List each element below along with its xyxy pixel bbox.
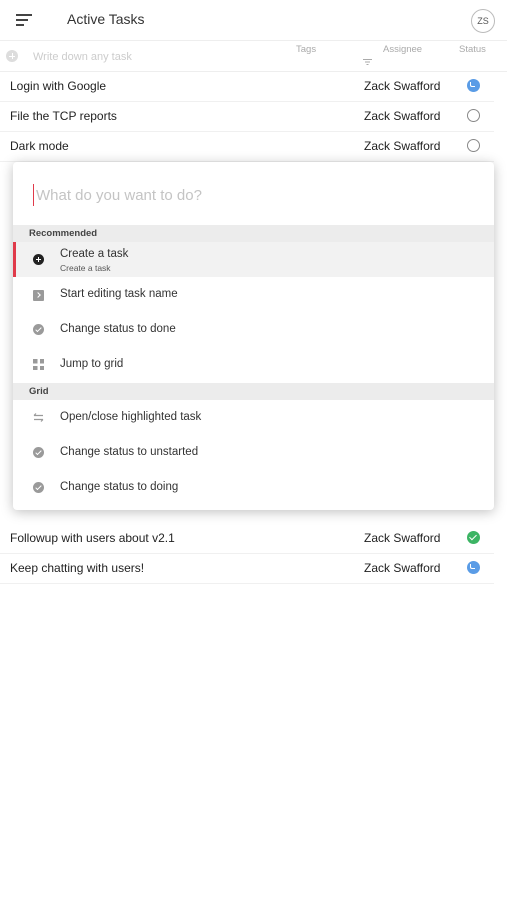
table-row[interactable]: Login with Google Zack Swafford <box>0 71 494 102</box>
status-done-icon[interactable] <box>467 531 480 544</box>
table-row[interactable]: Dark mode Zack Swafford <box>0 131 494 162</box>
command-start-editing[interactable]: Start editing task name <box>13 277 494 312</box>
column-header-assignee[interactable]: Assignee <box>383 44 422 55</box>
command-status-done[interactable]: Change status to done <box>13 312 494 347</box>
task-name[interactable]: Followup with users about v2.1 <box>10 531 175 545</box>
swap-arrows-icon <box>33 413 44 422</box>
status-doing-icon[interactable] <box>467 561 480 574</box>
grid-icon <box>33 359 44 370</box>
check-circle-icon <box>33 324 44 335</box>
command-label: Change status to doing <box>60 481 179 493</box>
check-circle-icon <box>33 482 44 493</box>
command-jump-grid[interactable]: Jump to grid <box>13 347 494 382</box>
new-task-input[interactable] <box>31 48 275 66</box>
check-circle-icon <box>33 447 44 458</box>
task-assignee[interactable]: Zack Swafford <box>364 561 440 575</box>
task-assignee[interactable]: Zack Swafford <box>364 139 440 153</box>
command-label: Create a task <box>60 248 129 260</box>
section-header-recommended: Recommended <box>13 225 494 242</box>
table-row[interactable]: Keep chatting with users! Zack Swafford <box>0 553 494 584</box>
section-title: Grid <box>29 386 49 397</box>
column-header-status[interactable]: Status <box>459 44 486 55</box>
section-header-grid: Grid <box>13 383 494 400</box>
filter-icon[interactable] <box>363 59 372 65</box>
task-assignee[interactable]: Zack Swafford <box>364 531 440 545</box>
status-doing-icon[interactable] <box>467 79 480 92</box>
command-label: Change status to unstarted <box>60 446 199 458</box>
plus-circle-icon <box>33 254 44 265</box>
task-name[interactable]: Dark mode <box>10 139 69 153</box>
page-title: Active Tasks <box>67 11 145 27</box>
task-assignee[interactable]: Zack Swafford <box>364 109 440 123</box>
command-palette: Recommended Create a task Create a task … <box>13 162 494 510</box>
status-unstarted-icon[interactable] <box>467 109 480 122</box>
task-name[interactable]: Keep chatting with users! <box>10 561 144 575</box>
command-status-doing[interactable]: Change status to doing <box>13 470 494 505</box>
command-label: Jump to grid <box>60 358 124 370</box>
avatar[interactable]: ZS <box>471 9 495 33</box>
task-assignee[interactable]: Zack Swafford <box>364 79 440 93</box>
command-create-task[interactable]: Create a task Create a task <box>13 242 494 277</box>
menu-icon[interactable] <box>16 13 32 27</box>
table-row[interactable]: File the TCP reports Zack Swafford <box>0 101 494 132</box>
task-name[interactable]: Login with Google <box>10 79 106 93</box>
command-label: Start editing task name <box>60 288 178 300</box>
table-row[interactable]: Followup with users about v2.1 Zack Swaf… <box>0 523 494 554</box>
section-title: Recommended <box>29 228 98 239</box>
command-status-unstarted[interactable]: Change status to unstarted <box>13 435 494 470</box>
edit-icon <box>33 290 44 301</box>
command-open-close-task[interactable]: Open/close highlighted task <box>13 400 494 435</box>
add-icon[interactable] <box>6 50 18 62</box>
command-sublabel: Create a task <box>60 263 111 273</box>
command-label: Open/close highlighted task <box>60 411 202 423</box>
app-header: Active Tasks ZS <box>0 0 507 41</box>
status-unstarted-icon[interactable] <box>467 139 480 152</box>
command-search-input[interactable] <box>33 184 478 206</box>
column-header-tags[interactable]: Tags <box>296 44 316 55</box>
task-name[interactable]: File the TCP reports <box>10 109 117 123</box>
command-label: Change status to done <box>60 323 176 335</box>
